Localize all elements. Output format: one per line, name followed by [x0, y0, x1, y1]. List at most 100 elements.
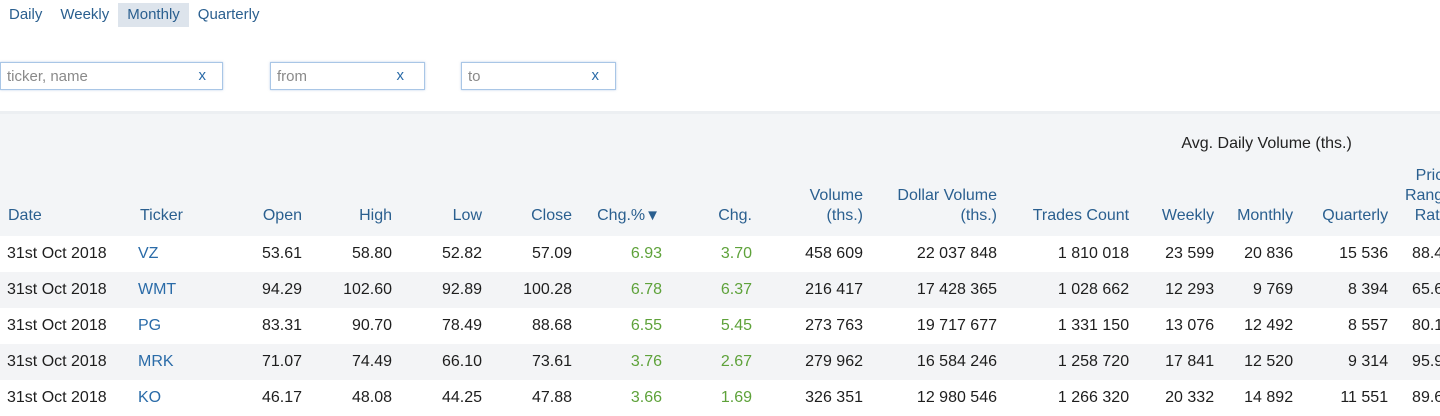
row-monthly: 12 492 [1244, 317, 1294, 334]
row-ticker-link[interactable]: KO [126, 380, 214, 416]
col-prr-l2: Range [1404, 187, 1440, 204]
table-row[interactable]: 31st Oct 2018 MRK 71.07 74.49 66.10 73.61 3.76… [0, 344, 1440, 380]
col-chg-pct-label: Chg.% [597, 207, 646, 224]
row-dollar-volume: 16 584 246 [871, 344, 1005, 380]
row-high: 58.80 [351, 245, 392, 262]
row-ticker-link[interactable]: VZ [126, 236, 214, 272]
row-trades-count: 1 266 320 [1057, 389, 1130, 406]
ticker-filter: x [0, 62, 223, 90]
ticker-search-input[interactable] [1, 63, 198, 89]
row-volume: 279 962 [760, 344, 871, 380]
row-chg-pct: 3.66 [630, 389, 662, 406]
row-weekly: 23 599 [1165, 245, 1215, 262]
row-close: 100.28 [490, 272, 580, 308]
row-weekly: 17 841 [1137, 344, 1223, 380]
row-quarterly: 9 314 [1301, 344, 1397, 380]
clear-ticker-button[interactable]: x [199, 63, 207, 89]
row-monthly: 20 836 [1244, 245, 1294, 262]
row-price-range-ratio: 65.60 [1396, 272, 1440, 308]
from-date-filter: x [270, 62, 425, 90]
row-close: 57.09 [531, 245, 572, 262]
row-low: 78.49 [441, 317, 482, 334]
col-ticker[interactable]: Ticker [126, 158, 214, 236]
row-close: 47.88 [531, 389, 572, 406]
clear-to-button[interactable]: x [592, 63, 600, 89]
row-quarterly: 8 394 [1301, 272, 1397, 308]
col-dollar-volume-label: Dollar Volume [897, 187, 997, 204]
col-dollar-volume-unit: (ths.) [960, 207, 997, 224]
row-date: 31st Oct 2018 [7, 245, 107, 262]
row-quarterly: 8 557 [1348, 317, 1389, 334]
row-weekly: 20 332 [1165, 389, 1215, 406]
table-row[interactable]: 31st Oct 2018 KO 46.17 48.08 44.25 47.88 3.66 1… [0, 380, 1440, 416]
row-low: 52.82 [441, 245, 482, 262]
row-chg-pct: 6.55 [630, 317, 662, 334]
row-open: 71.07 [214, 344, 310, 380]
tab-daily[interactable]: Daily [0, 3, 51, 27]
col-quarterly[interactable]: Quarterly [1301, 158, 1396, 236]
row-quarterly: 11 551 [1340, 389, 1389, 406]
row-chg: 6.37 [670, 272, 760, 308]
col-prr-l3: Ratio [1414, 207, 1440, 224]
tab-weekly[interactable]: Weekly [51, 3, 118, 27]
col-volume[interactable]: Volume (ths.) [760, 158, 871, 236]
stock-table-container: Avg. Daily Volume (ths.) Date Ticker Ope… [0, 114, 1440, 416]
stock-table: Avg. Daily Volume (ths.) Date Ticker Ope… [0, 114, 1440, 416]
col-weekly[interactable]: Weekly [1137, 158, 1222, 236]
row-monthly: 14 892 [1244, 389, 1294, 406]
row-chg: 5.45 [720, 317, 752, 334]
from-date-input[interactable] [271, 63, 400, 89]
row-ticker-link[interactable]: PG [126, 308, 214, 344]
to-date-filter: x [461, 62, 616, 90]
avg-daily-volume-group-header: Avg. Daily Volume (ths.) [1181, 135, 1352, 152]
row-price-range-ratio: 88.47 [1412, 245, 1440, 262]
group-header-row: Avg. Daily Volume (ths.) [0, 114, 1440, 158]
table-body: 31st Oct 2018 VZ 53.61 58.80 52.82 57.09 6.93 3… [0, 236, 1440, 416]
to-date-input[interactable] [462, 63, 591, 89]
col-dollar-volume[interactable]: Dollar Volume (ths.) [871, 158, 1005, 236]
col-close[interactable]: Close [490, 158, 580, 236]
row-monthly: 12 520 [1222, 344, 1302, 380]
col-monthly[interactable]: Monthly [1222, 158, 1301, 236]
row-close: 73.61 [490, 344, 580, 380]
row-chg: 1.69 [720, 389, 752, 406]
row-monthly: 9 769 [1222, 272, 1302, 308]
col-chg-pct[interactable]: Chg.%▼ [580, 158, 670, 236]
row-trades-count: 1 810 018 [1057, 245, 1130, 262]
clear-from-button[interactable]: x [397, 63, 405, 89]
row-high: 90.70 [351, 317, 392, 334]
row-ticker-link[interactable]: WMT [126, 272, 214, 308]
row-open: 94.29 [214, 272, 310, 308]
row-price-range-ratio: 89.68 [1412, 389, 1440, 406]
row-date: 31st Oct 2018 [7, 317, 107, 334]
table-row[interactable]: 31st Oct 2018 VZ 53.61 58.80 52.82 57.09 6.93 3… [0, 236, 1440, 272]
col-price-range-ratio[interactable]: Price Range Ratio [1396, 158, 1440, 236]
col-open[interactable]: Open [214, 158, 310, 236]
row-volume: 326 351 [805, 389, 863, 406]
row-price-range-ratio: 95.94 [1396, 344, 1440, 380]
row-ticker-link[interactable]: MRK [126, 344, 214, 380]
col-high[interactable]: High [310, 158, 400, 236]
row-trades-count: 1 028 662 [1005, 272, 1138, 308]
row-volume: 273 763 [805, 317, 863, 334]
tab-quarterly[interactable]: Quarterly [189, 3, 269, 27]
row-high: 74.49 [310, 344, 400, 380]
table-row[interactable]: 31st Oct 2018 WMT 94.29 102.60 92.89 100.28 6.… [0, 272, 1440, 308]
row-low: 92.89 [400, 272, 490, 308]
row-open: 53.61 [261, 245, 302, 262]
row-dollar-volume: 22 037 848 [916, 245, 997, 262]
row-dollar-volume: 19 717 677 [916, 317, 997, 334]
period-tabs: Daily Weekly Monthly Quarterly [0, 3, 268, 27]
row-weekly: 13 076 [1165, 317, 1215, 334]
tab-monthly[interactable]: Monthly [118, 3, 189, 27]
col-trades-count[interactable]: Trades Count [1005, 158, 1137, 236]
col-date[interactable]: Date [0, 158, 126, 236]
row-open: 83.31 [261, 317, 302, 334]
table-row[interactable]: 31st Oct 2018 PG 83.31 90.70 78.49 88.68 6.55 5… [0, 308, 1440, 344]
row-chg-pct: 6.93 [630, 245, 662, 262]
row-chg-pct: 6.78 [580, 272, 670, 308]
col-low[interactable]: Low [400, 158, 490, 236]
col-chg[interactable]: Chg. [670, 158, 760, 236]
row-trades-count: 1 258 720 [1005, 344, 1138, 380]
row-open: 46.17 [261, 389, 302, 406]
